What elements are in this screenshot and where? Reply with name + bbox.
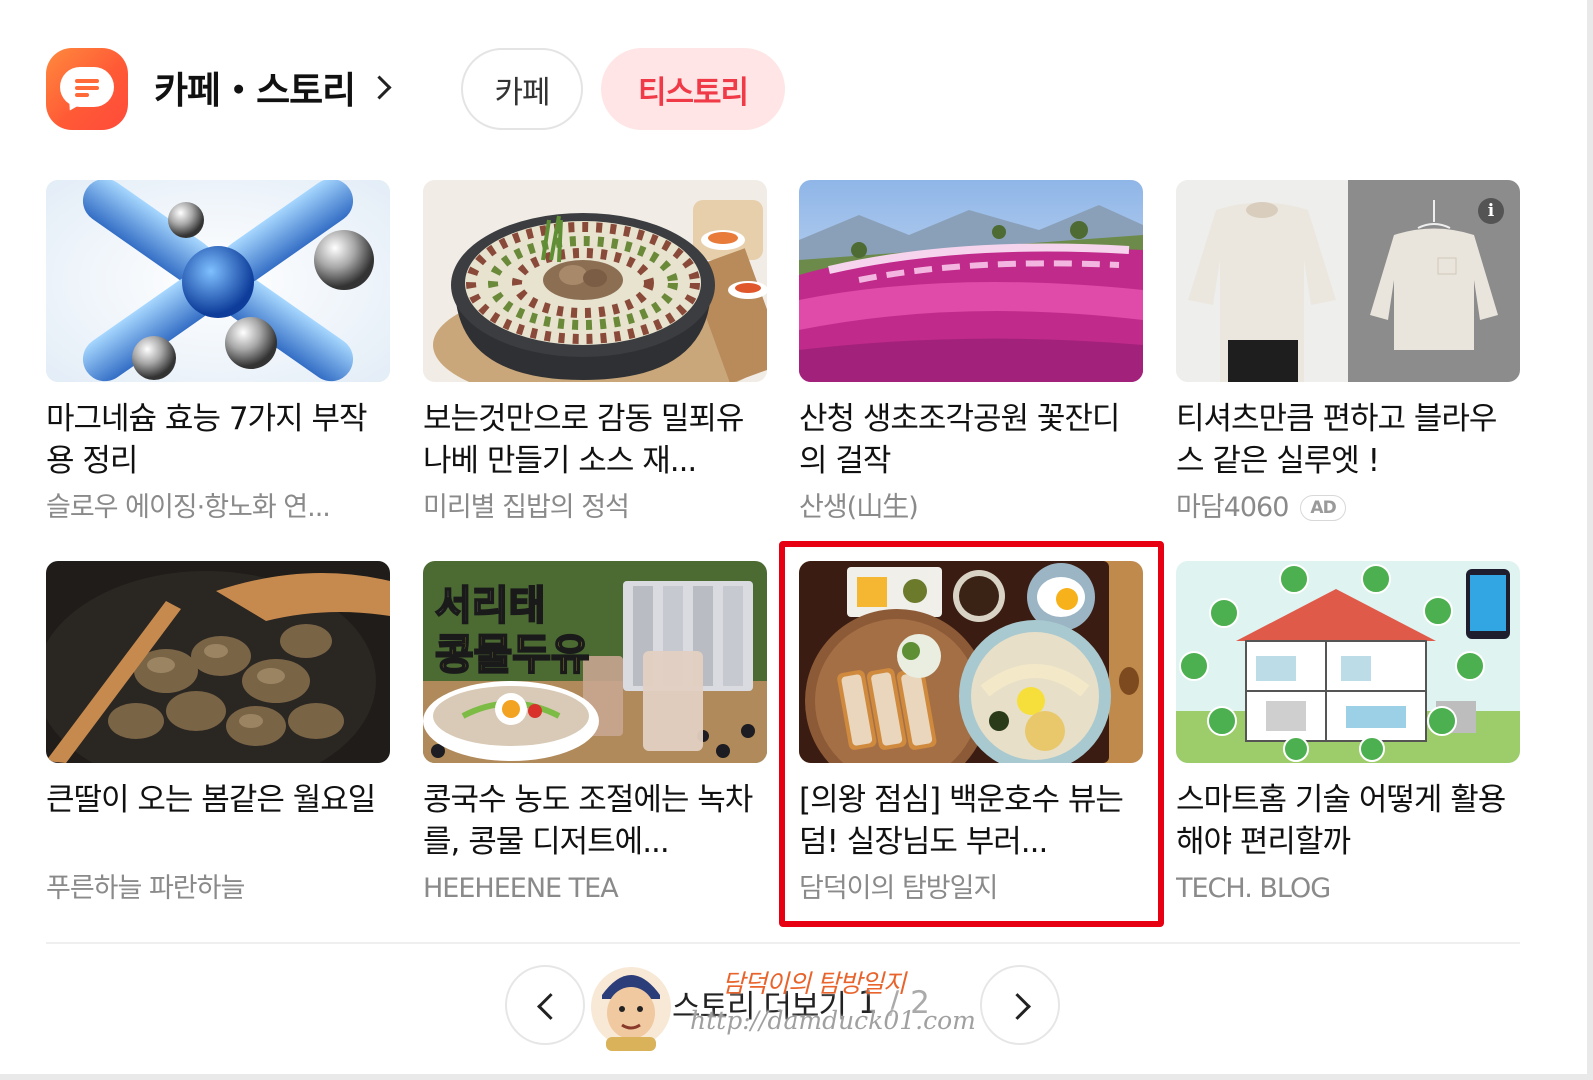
card-title: 스마트홈 기술 어떻게 활용해야 편리할까 xyxy=(1176,782,1506,860)
ad-badge: AD xyxy=(1300,495,1346,521)
thumbnail-magnesium-capsules xyxy=(46,180,390,382)
card-title: [의왕 점심] 백운호수 뷰는 덤! 실장님도 부러... xyxy=(799,782,1124,860)
watermark-url: http://damduck01.com xyxy=(690,1006,976,1035)
info-icon[interactable]: i xyxy=(1478,198,1504,224)
thumbnail-braised-chicken xyxy=(46,561,390,763)
chevron-right-icon xyxy=(1004,993,1031,1020)
card-title: 마그네슘 효능 7가지 부작용 정리 xyxy=(46,401,367,479)
card-source: 슬로우 에이징·항노화 연... xyxy=(46,490,390,526)
card-source-text: 푸른하늘 파란하늘 xyxy=(46,873,245,904)
card-source-text: 담덕이의 탐방일지 xyxy=(799,873,998,904)
chevron-left-icon xyxy=(537,993,564,1020)
watermark-title: 담덕이의 탐방일지 xyxy=(722,969,906,998)
thumbnail-soy-noodle-product: 서리태 콩물두유 xyxy=(423,561,767,763)
cafe-story-panel: 카페・스토리 카페 티스토리 마그네슘 효능 7가지 부작용 정리 슬로우 에이… xyxy=(0,0,1593,1080)
prev-page-button[interactable] xyxy=(505,965,585,1045)
card-source: HEEHEENE TEA xyxy=(423,871,767,907)
card-source: 푸른하늘 파란하늘 xyxy=(46,871,390,907)
thumbnail-white-blouse: i xyxy=(1176,180,1520,382)
card-title: 보는것만으로 감동 밀푀유나베 만들기 소스 재... xyxy=(423,401,744,479)
thumbnail-millefeuille-nabe xyxy=(423,180,767,382)
card-source-text: 산생(山生) xyxy=(799,492,919,523)
cafe-story-app-icon[interactable] xyxy=(46,48,128,130)
watermark-avatar xyxy=(588,955,674,1051)
thumbnail-pork-cutlet-tray xyxy=(799,561,1143,763)
card-title: 콩국수 농도 조절에는 녹차를, 콩물 디저트에... xyxy=(423,782,753,860)
thumbnail-smart-home-diagram xyxy=(1176,561,1520,763)
footer-divider xyxy=(46,942,1520,944)
card-source: TECH. BLOG xyxy=(1176,871,1520,907)
card-title: 산청 생초조각공원 꽃잔디의 걸작 xyxy=(799,401,1120,479)
card-source-text: 슬로우 에이징·항노화 연... xyxy=(46,492,331,523)
card-source-text: 마담4060 xyxy=(1176,492,1289,523)
card-source: 담덕이의 탐방일지 xyxy=(799,871,1143,907)
tab-tistory[interactable]: 티스토리 xyxy=(601,48,785,130)
card-source-text: 미리별 집밥의 정석 xyxy=(423,492,630,523)
card-title: 티셔츠만큼 편하고 블라우스 같은 실루엣 ! xyxy=(1176,401,1497,479)
chevron-right-icon xyxy=(367,74,392,100)
section-title[interactable]: 카페・스토리 xyxy=(154,62,392,112)
card-source-text: TECH. BLOG xyxy=(1176,873,1331,904)
next-page-button[interactable] xyxy=(980,965,1060,1045)
card-source: 미리별 집밥의 정석 xyxy=(423,490,767,526)
thumbnail-text-kongmul: 콩물두유 xyxy=(435,630,590,679)
thumbnail-pink-flower-hillside xyxy=(799,180,1143,382)
thumbnail-text-seoritae: 서리태 xyxy=(435,583,545,629)
tab-cafe[interactable]: 카페 xyxy=(461,48,583,130)
card-source-text: HEEHEENE TEA xyxy=(423,873,619,904)
card-source: 마담4060 AD xyxy=(1176,490,1520,526)
section-title-text: 카페・스토리 xyxy=(154,69,356,112)
card-source: 산생(山生) xyxy=(799,490,1143,526)
card-title: 큰딸이 오는 봄같은 월요일 xyxy=(46,782,376,818)
